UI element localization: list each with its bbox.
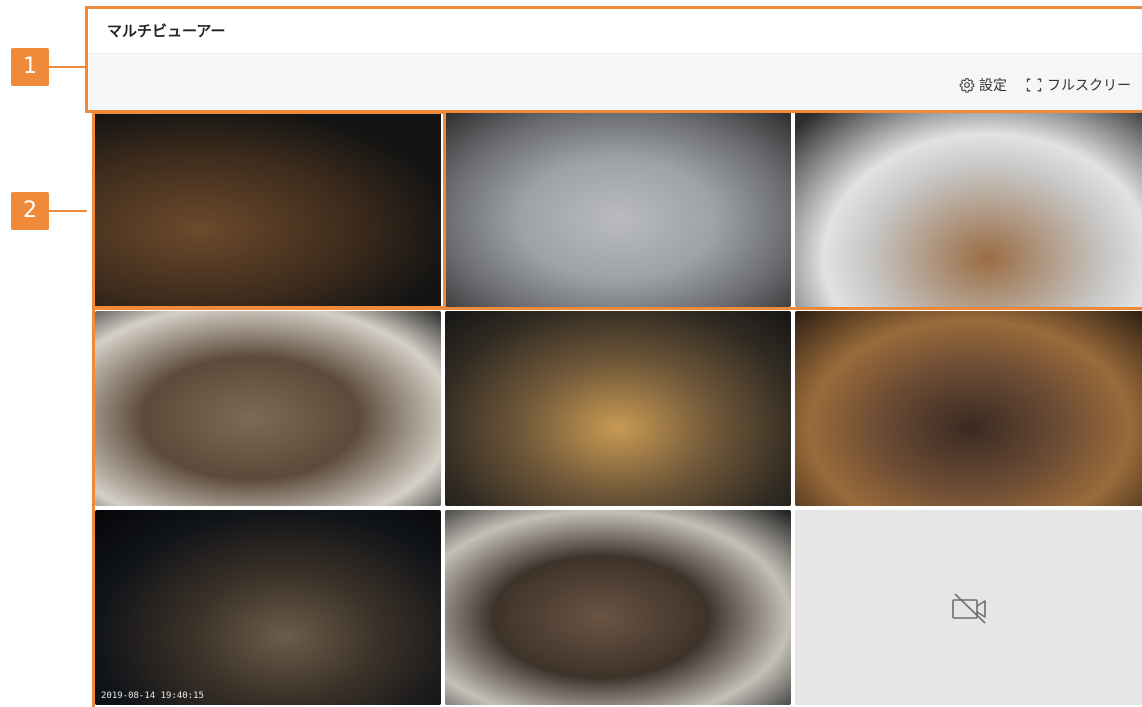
- camera-tile-7[interactable]: 2019-08-14 19:40:15: [95, 510, 441, 705]
- gear-icon: [959, 78, 975, 93]
- page-title: マルチビューアー: [107, 22, 226, 40]
- fullscreen-icon: [1026, 78, 1042, 92]
- fullscreen-button[interactable]: フルスクリー: [1025, 75, 1131, 95]
- camera-off-icon: [952, 592, 986, 624]
- camera-tile-5[interactable]: [445, 311, 791, 506]
- camera-tile-4[interactable]: [95, 311, 441, 506]
- callout-leader-1: [49, 66, 87, 68]
- camera-grid: 2019-08-14 19:40:15: [95, 112, 1142, 707]
- camera-tile-3[interactable]: [795, 112, 1142, 307]
- callout-badge-1: 1: [11, 48, 49, 86]
- camera-tile-2[interactable]: [445, 112, 791, 307]
- fullscreen-label: フルスクリー: [1047, 78, 1131, 94]
- camera-tile-1[interactable]: [95, 112, 441, 307]
- camera-tile-9[interactable]: [795, 510, 1142, 705]
- camera-tile-8[interactable]: [445, 510, 791, 705]
- camera-tile-6[interactable]: [795, 311, 1142, 506]
- settings-button[interactable]: 設定: [959, 75, 1007, 95]
- settings-label: 設定: [979, 78, 1007, 94]
- callout-leader-2: [49, 210, 89, 212]
- camera-timestamp: 2019-08-14 19:40:15: [101, 691, 204, 701]
- multi-viewer-panel: マルチビューアー 設定 フルスクリー 2019-08-14 19:40:15: [87, 7, 1142, 707]
- viewer-titlebar: マルチビューアー: [87, 7, 1142, 54]
- callout-badge-2: 2: [11, 192, 49, 230]
